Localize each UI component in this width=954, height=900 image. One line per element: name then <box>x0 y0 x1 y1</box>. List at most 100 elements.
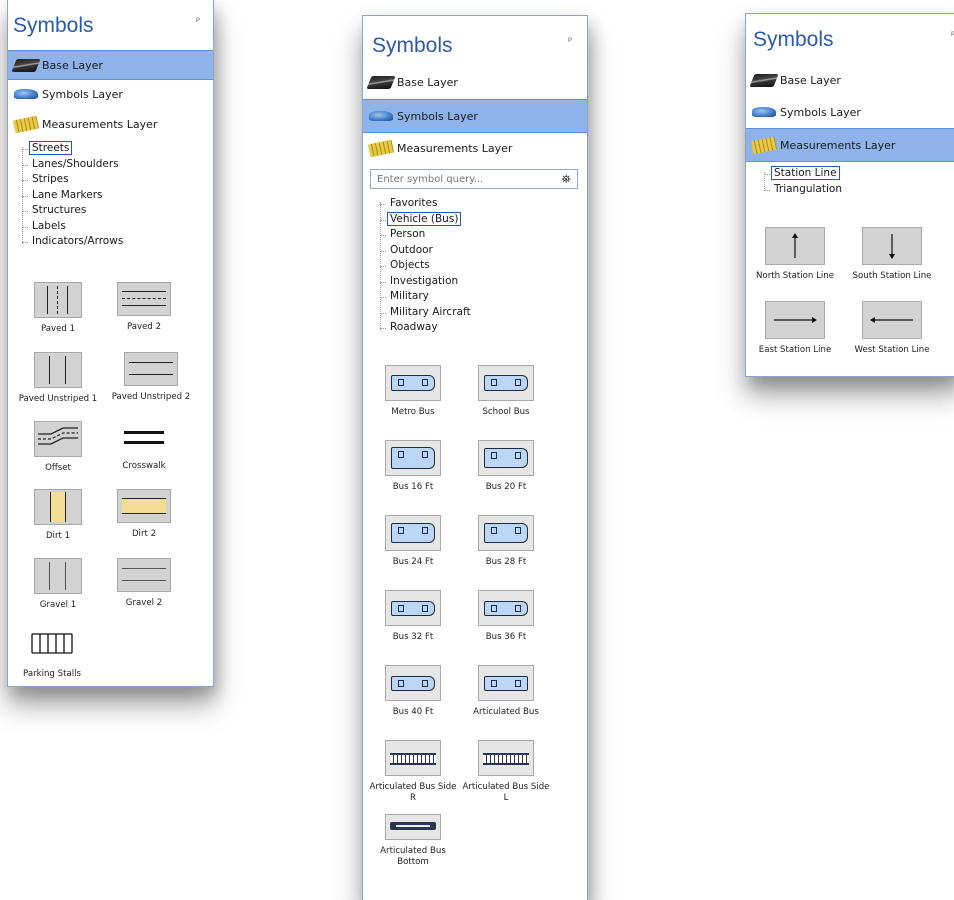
tree-item-lane-markers[interactable]: Lane Markers <box>22 188 207 204</box>
layer-label: Base Layer <box>42 58 103 72</box>
symbol-bus-28[interactable]: Bus 28 Ft <box>466 515 546 568</box>
layer-symbols[interactable]: Symbols Layer <box>363 99 587 133</box>
symbol-metro-bus[interactable]: Metro Bus <box>373 365 453 418</box>
symbol-paved-unstriped-2[interactable]: Paved Unstriped 2 <box>97 352 205 403</box>
tree-item-triangulation[interactable]: Triangulation <box>764 182 944 198</box>
articulated-bus-side-l-icon <box>478 740 534 776</box>
paved-1-icon <box>34 282 82 318</box>
bus-20-icon <box>478 440 534 476</box>
tree-item-station-line[interactable]: Station Line <box>764 166 944 182</box>
paved-unstriped-1-icon <box>34 352 82 388</box>
symbol-offset[interactable]: Offset <box>18 421 98 474</box>
south-arrow-icon <box>862 227 922 265</box>
road-icon <box>11 58 41 72</box>
symbol-school-bus[interactable]: School Bus <box>466 365 546 418</box>
symbols-panel-vehicles: Symbols ᵖ Base Layer Symbols Layer Measu… <box>362 15 588 900</box>
layer-label: Base Layer <box>397 75 458 89</box>
metro-bus-icon <box>385 365 441 401</box>
symbol-bus-32[interactable]: Bus 32 Ft <box>373 590 453 643</box>
panel-title: Symbols <box>13 14 94 37</box>
layer-base[interactable]: Base Layer <box>8 50 213 80</box>
dirt-1-icon <box>34 489 82 525</box>
symbol-gravel-1[interactable]: Gravel 1 <box>18 558 98 611</box>
articulated-bus-bottom-icon <box>385 814 441 840</box>
offset-icon <box>34 421 82 457</box>
bus-36-icon <box>478 590 534 626</box>
layer-label: Symbols Layer <box>397 109 478 123</box>
symbol-search-input[interactable]: Enter symbol query... ⛯ <box>370 169 578 189</box>
pin-icon[interactable]: ᵖ <box>568 36 572 47</box>
symbol-articulated-bus-bottom[interactable]: Articulated Bus Bottom <box>369 814 457 868</box>
symbol-bus-24[interactable]: Bus 24 Ft <box>373 515 453 568</box>
ruler-icon <box>12 115 40 133</box>
layer-label: Measurements Layer <box>780 138 896 152</box>
tree-item-structures[interactable]: Structures <box>22 203 207 219</box>
symbol-articulated-bus[interactable]: Articulated Bus <box>459 665 553 718</box>
symbol-articulated-bus-side-l[interactable]: Articulated Bus Side L <box>462 740 550 804</box>
layer-measurements[interactable]: Measurements Layer <box>8 110 213 138</box>
road-icon <box>749 73 779 87</box>
symbol-bus-16[interactable]: Bus 16 Ft <box>373 440 453 493</box>
bus-16-icon <box>385 440 441 476</box>
articulated-bus-icon <box>478 665 534 701</box>
tree-item-stripes[interactable]: Stripes <box>22 172 207 188</box>
symbols-panel-base: Symbols ᵖ Base Layer Symbols Layer Measu… <box>7 0 214 687</box>
tree-item-military-aircraft[interactable]: Military Aircraft <box>380 305 570 321</box>
tree-item-military[interactable]: Military <box>380 289 570 305</box>
symbol-west-station-line[interactable]: West Station Line <box>840 301 944 356</box>
symbols-panel-measurements: Symbols ᵖ Base Layer Symbols Layer Measu… <box>745 13 954 377</box>
symbol-parking-stalls[interactable]: Parking Stalls <box>12 627 92 680</box>
paved-2-icon <box>117 282 171 316</box>
school-bus-icon <box>478 365 534 401</box>
panel-title: Symbols <box>372 34 453 57</box>
category-tree: Favorites Vehicle (Bus) Person Outdoor O… <box>380 196 570 336</box>
symbol-gravel-2[interactable]: Gravel 2 <box>104 558 184 609</box>
gravel-2-icon <box>117 558 171 592</box>
layer-label: Symbols Layer <box>780 105 861 119</box>
tree-item-objects[interactable]: Objects <box>380 258 570 274</box>
tree-item-lanes[interactable]: Lanes/Shoulders <box>22 157 207 173</box>
symbol-south-station-line[interactable]: South Station Line <box>840 227 944 282</box>
tree-item-labels[interactable]: Labels <box>22 219 207 235</box>
symbol-crosswalk[interactable]: Crosswalk <box>104 421 184 472</box>
symbol-paved-1[interactable]: Paved 1 <box>18 282 98 335</box>
tree-item-streets[interactable]: Streets <box>22 141 207 157</box>
north-arrow-icon <box>765 227 825 265</box>
ruler-icon <box>367 139 395 157</box>
symbol-articulated-bus-side-r[interactable]: Articulated Bus Side R <box>369 740 457 804</box>
tree-item-investigation[interactable]: Investigation <box>380 274 570 290</box>
tree-item-favorites[interactable]: Favorites <box>380 196 570 212</box>
parking-stalls-icon <box>28 627 76 663</box>
symbol-paved-2[interactable]: Paved 2 <box>104 282 184 333</box>
east-arrow-icon <box>765 301 825 339</box>
tree-item-indicators[interactable]: Indicators/Arrows <box>22 234 207 250</box>
layer-symbols[interactable]: Symbols Layer <box>8 80 213 108</box>
car-icon <box>14 89 38 99</box>
layer-label: Measurements Layer <box>397 141 513 155</box>
layer-base[interactable]: Base Layer <box>746 66 954 94</box>
symbol-dirt-2[interactable]: Dirt 2 <box>104 489 184 540</box>
symbol-dirt-1[interactable]: Dirt 1 <box>18 489 98 542</box>
layer-measurements[interactable]: Measurements Layer <box>363 134 587 162</box>
symbol-bus-36[interactable]: Bus 36 Ft <box>466 590 546 643</box>
symbol-bus-20[interactable]: Bus 20 Ft <box>466 440 546 493</box>
tree-item-person[interactable]: Person <box>380 227 570 243</box>
symbol-east-station-line[interactable]: East Station Line <box>748 301 842 356</box>
binoculars-icon[interactable]: ⛯ <box>561 172 571 187</box>
tree-item-vehicle-bus[interactable]: Vehicle (Bus) <box>380 211 570 228</box>
pin-icon[interactable]: ᵖ <box>196 16 200 27</box>
west-arrow-icon <box>862 301 922 339</box>
articulated-bus-side-r-icon <box>385 740 441 776</box>
layer-label: Symbols Layer <box>42 87 123 101</box>
tree-item-roadway[interactable]: Roadway <box>380 320 570 336</box>
panel-title: Symbols <box>753 28 834 51</box>
layer-base[interactable]: Base Layer <box>363 68 587 96</box>
layer-measurements[interactable]: Measurements Layer <box>746 128 954 162</box>
layer-symbols[interactable]: Symbols Layer <box>746 98 954 126</box>
symbol-north-station-line[interactable]: North Station Line <box>748 227 842 282</box>
symbol-bus-40[interactable]: Bus 40 Ft <box>373 665 453 718</box>
car-icon <box>369 111 393 121</box>
tree-item-outdoor[interactable]: Outdoor <box>380 243 570 259</box>
category-tree: Streets Lanes/Shoulders Stripes Lane Mar… <box>22 141 207 250</box>
layer-label: Measurements Layer <box>42 117 158 131</box>
